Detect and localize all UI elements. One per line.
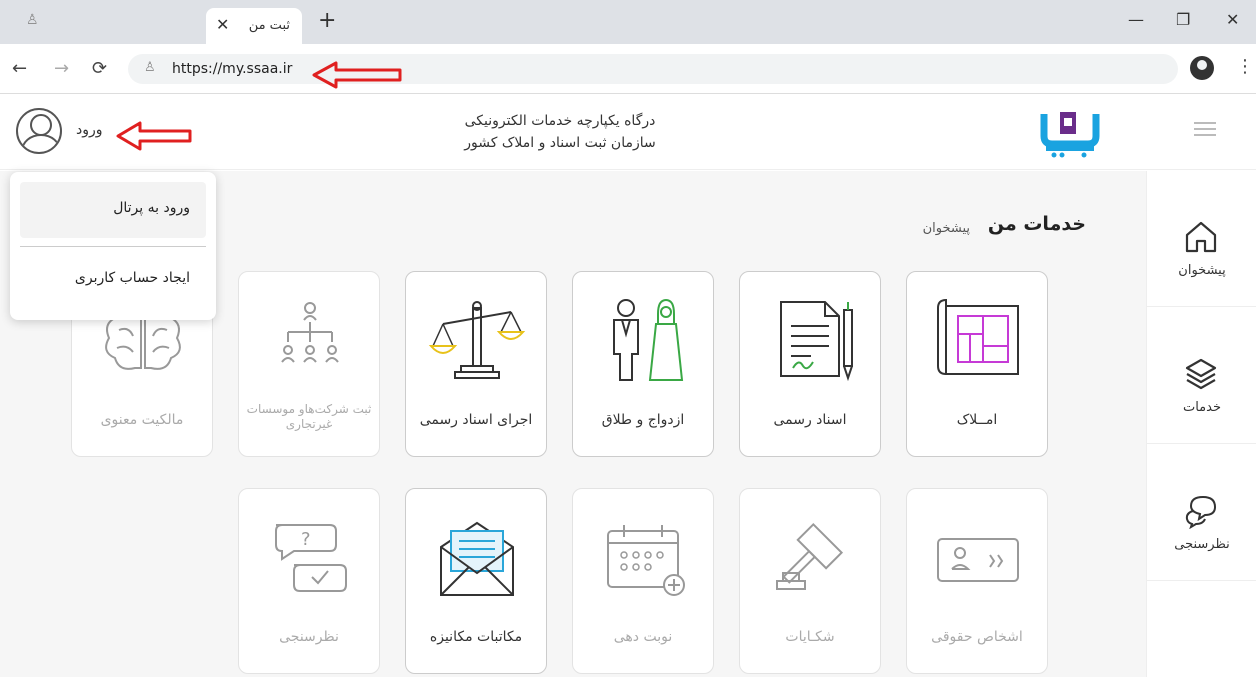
sidebar-item-services[interactable]: خدمات [1147, 308, 1256, 444]
service-card-correspondence[interactable]: مکاتبات مکانیزه [405, 488, 547, 674]
user-avatar-icon[interactable] [16, 108, 62, 154]
service-card-marriage[interactable]: ازدواج و طلاق [572, 271, 714, 457]
service-label: نظرسنجی [279, 629, 339, 645]
dropdown-divider [20, 246, 206, 247]
login-dropdown: ورود به پرتال ایجاد حساب کاربری [10, 172, 216, 320]
browser-tab[interactable]: ثبت من ✕ [206, 8, 302, 44]
sidebar-item-label: خدمات [1182, 400, 1222, 415]
breadcrumb[interactable]: پیشخوان [923, 221, 970, 236]
calendar-icon [607, 525, 685, 596]
browser-tabbar: ♙ ثبت من ✕ + — ❐ ✕ [0, 0, 1256, 44]
header-title-line2: سازمان ثبت اسناد و املاک کشور [464, 135, 656, 151]
service-label: مکاتبات مکانیزه [429, 629, 523, 645]
service-card-legal-entities[interactable]: اشخاص حقوقی [906, 488, 1048, 674]
id-card-icon [937, 538, 1019, 582]
header-title: درگاه یکپارچه خدمات الکترونیکی سازمان ثب… [420, 110, 700, 154]
service-label: اسناد رسمی [773, 412, 847, 428]
sidebar-item-label: پیشخوان [1178, 263, 1226, 278]
reload-icon[interactable]: ⟳ [92, 58, 107, 79]
service-label: شکـایات [785, 629, 835, 645]
new-tab-icon[interactable]: + [318, 10, 336, 32]
sidebar-item-dashboard[interactable]: پیشخوان [1147, 171, 1256, 307]
layers-icon [1185, 358, 1217, 390]
browser-toolbar: ← → ⟳ ♙ https://my.ssaa.ir ⋮ [0, 44, 1256, 94]
minimize-icon[interactable]: — [1128, 10, 1144, 29]
annotation-arrow-login [116, 121, 192, 151]
login-link[interactable]: ورود [76, 122, 103, 138]
sidebar-item-survey[interactable]: نظرسنجی [1147, 445, 1256, 581]
sabt-man-logo-icon[interactable] [1040, 104, 1100, 158]
service-card-amlak[interactable]: امــلاک [906, 271, 1048, 457]
survey-icon: ? [275, 524, 347, 592]
home-icon [1185, 221, 1217, 253]
service-label: امــلاک [956, 412, 998, 428]
site-info-icon[interactable]: ♙ [144, 60, 156, 75]
couple-icon [613, 298, 684, 381]
address-bar[interactable]: ♙ https://my.ssaa.ir [128, 54, 1178, 84]
hamburger-menu-icon[interactable] [1194, 122, 1216, 140]
create-account-item[interactable]: ایجاد حساب کاربری [20, 270, 206, 286]
portal-login-item[interactable]: ورود به پرتال [20, 182, 206, 238]
back-icon[interactable]: ← [12, 58, 27, 79]
menu-dots-icon[interactable]: ⋮ [1236, 56, 1254, 77]
header-title-line1: درگاه یکپارچه خدمات الکترونیکی [464, 113, 656, 129]
service-label: اشخاص حقوقی [931, 629, 1023, 645]
gavel-icon [776, 522, 844, 590]
right-sidebar: پیشخوان خدمات نظرسنجی [1146, 171, 1256, 677]
close-tab-icon[interactable]: ✕ [216, 15, 229, 34]
close-window-icon[interactable]: ✕ [1226, 10, 1239, 29]
restore-icon[interactable]: ❐ [1176, 10, 1190, 29]
document-pen-icon [780, 301, 853, 382]
service-card-companies[interactable]: ثبت شرکت‌هاو موسسات غیرتجاری [238, 271, 380, 457]
service-card-official-docs[interactable]: اسناد رسمی [739, 271, 881, 457]
annotation-arrow-url [312, 61, 402, 89]
property-map-icon [937, 298, 1019, 376]
service-label: ازدواج و طلاق [601, 412, 685, 428]
forward-icon[interactable]: → [54, 58, 69, 79]
url-text: https://my.ssaa.ir [172, 61, 293, 77]
site-favicon-icon: ♙ [26, 12, 39, 28]
profile-icon[interactable] [1190, 56, 1214, 80]
service-card-complaints[interactable]: شکـایات [739, 488, 881, 674]
org-chart-icon [281, 302, 339, 363]
chat-bubbles-icon [1185, 495, 1217, 529]
page-title: خدمات من [987, 213, 1086, 235]
service-card-survey[interactable]: ? نظرسنجی [238, 488, 380, 674]
scales-icon [428, 301, 526, 379]
envelope-icon [440, 521, 514, 596]
service-card-enforcement[interactable]: اجرای اسناد رسمی [405, 271, 547, 457]
tab-title: ثبت من [248, 18, 290, 33]
service-label: نوبت دهی [613, 629, 673, 645]
service-label: ثبت شرکت‌هاو موسسات غیرتجاری [246, 402, 372, 431]
service-card-appointments[interactable]: نوبت دهی [572, 488, 714, 674]
service-label: اجرای اسناد رسمی [419, 412, 533, 428]
svg-text:?: ? [301, 529, 311, 550]
service-label: مالکیت معنوی [100, 412, 184, 428]
sidebar-item-label: نظرسنجی [1174, 537, 1230, 552]
